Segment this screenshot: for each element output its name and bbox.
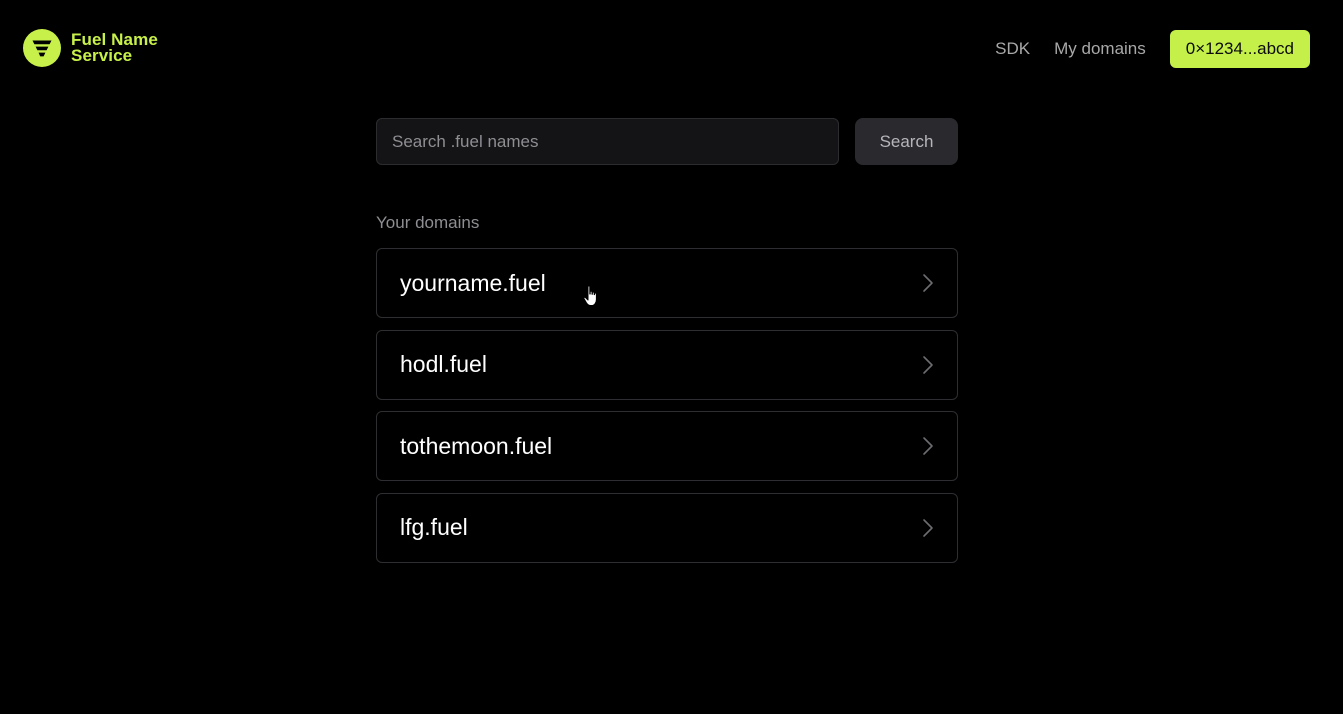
domain-list-item[interactable]: yourname.fuel bbox=[376, 248, 958, 318]
domain-list-item[interactable]: tothemoon.fuel bbox=[376, 411, 958, 481]
domain-name: tothemoon.fuel bbox=[400, 432, 553, 459]
nav-my-domains-link[interactable]: My domains bbox=[1054, 39, 1146, 59]
domain-name: yourname.fuel bbox=[400, 269, 546, 296]
your-domains-heading: Your domains bbox=[376, 213, 480, 232]
brand-name: Fuel Name Service bbox=[71, 31, 158, 65]
fuel-logo-icon bbox=[23, 29, 61, 67]
domain-list-item[interactable]: lfg.fuel bbox=[376, 492, 958, 563]
brand-name-line2: Service bbox=[71, 46, 133, 65]
chevron-right-icon bbox=[923, 274, 933, 292]
top-nav: SDK My domains 0×1234...abcd bbox=[995, 30, 1310, 68]
brand-logo-link[interactable]: Fuel Name Service bbox=[23, 29, 158, 67]
domain-list: yourname.fuel hodl.fuel tothemoon.fuel l… bbox=[376, 248, 958, 574]
search-button[interactable]: Search bbox=[855, 118, 958, 165]
nav-sdk-link[interactable]: SDK bbox=[995, 39, 1030, 59]
domain-name: lfg.fuel bbox=[400, 514, 468, 540]
search-bar: Search bbox=[376, 118, 958, 165]
page: Fuel Name Service SDK My domains 0×1234.… bbox=[0, 0, 1343, 714]
search-input[interactable] bbox=[376, 118, 839, 165]
wallet-address-button[interactable]: 0×1234...abcd bbox=[1169, 30, 1310, 68]
domain-name: hodl.fuel bbox=[400, 351, 487, 377]
chevron-right-icon bbox=[923, 355, 933, 374]
chevron-right-icon bbox=[923, 437, 933, 455]
domain-list-item[interactable]: hodl.fuel bbox=[376, 329, 958, 400]
chevron-right-icon bbox=[923, 518, 933, 537]
